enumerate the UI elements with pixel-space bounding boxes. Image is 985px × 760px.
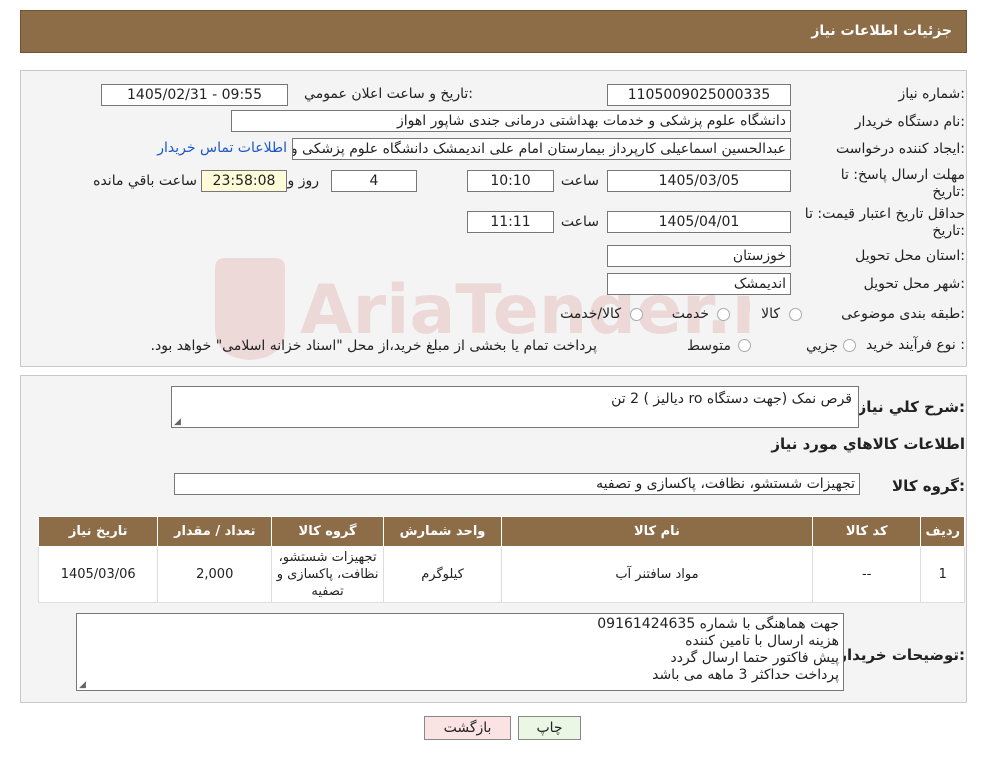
category-label: طبقه بندی موضوعی:: [841, 306, 965, 322]
summary-field: قرص نمک (جهت دستگاه ro دیالیز ) 2 تن ◢: [171, 386, 859, 428]
summary-label: شرح کلي نياز:: [857, 398, 965, 416]
cell-quantity: 2,000: [157, 546, 273, 603]
cell-goods-name: مواد سافتنر آب: [500, 546, 813, 603]
days-field: 4: [331, 170, 417, 192]
category-option-goods: کالا: [761, 306, 780, 322]
col-header-unit: واحد شمارش: [383, 516, 502, 547]
validity-date-field: 1405/04/01: [607, 211, 791, 233]
deadline-label-2: تاریخ:: [932, 184, 965, 200]
buyer-org-label: نام دستگاه خريدار:: [854, 114, 965, 130]
deadline-time-label: ساعت: [560, 173, 599, 189]
cell-goods-group: تجهیزات شستشو، نظافت، پاکسازی و تصفیه: [271, 546, 385, 603]
goods-table-wrapper: رديف کد کالا نام کالا واحد شمارش گروه کا…: [37, 516, 965, 603]
cell-row-number: 1: [920, 546, 965, 603]
col-header-need-date: تاریخ نیاز: [37, 516, 159, 547]
buyer-org-field: دانشگاه علوم پزشکی و خدمات بهداشتی درمان…: [231, 110, 791, 132]
back-button[interactable]: بازگشت: [424, 716, 511, 740]
col-header-quantity: تعداد / مقدار: [157, 516, 273, 547]
goods-info-title: اطلاعات کالاهاي مورد نياز: [771, 435, 965, 453]
page-title: جزئیات اطلاعات نیاز: [811, 23, 952, 39]
cell-goods-code: --: [811, 546, 922, 603]
days-label: روز و: [287, 173, 320, 189]
cell-unit: کیلوگرم: [383, 546, 502, 603]
process-radio-medium[interactable]: [738, 339, 751, 352]
process-radio-minor[interactable]: [843, 339, 856, 352]
summary-text: قرص نمک (جهت دستگاه ro دیالیز ) 2 تن: [611, 391, 852, 407]
col-header-goods-name: نام کالا: [500, 516, 813, 547]
creator-field: عبدالحسین اسماعیلی کارپرداز بیمارستان ام…: [292, 138, 791, 160]
category-option-service: خدمت: [671, 306, 709, 322]
validity-time-label: ساعت: [560, 214, 599, 230]
goods-group-field: تجهیزات شستشو، نظافت، پاکسازی و تصفیه: [174, 473, 860, 495]
province-label: استان محل تحويل:: [855, 248, 965, 264]
process-option-medium: متوسط: [687, 338, 731, 354]
city-field: انديمشک: [607, 273, 791, 295]
col-header-row-number: رديف: [920, 516, 965, 547]
resize-handle-icon: ◢: [174, 417, 181, 427]
buyer-notes-field: جهت هماهنگی با شماره 09161424635 هزینه ا…: [76, 613, 844, 691]
category-option-goods-service: کالا/خدمت: [560, 306, 621, 322]
buyer-notes-line: پیش فاکتور حتما ارسال گردد: [670, 650, 839, 666]
need-number-label: شماره نیاز:: [898, 86, 965, 102]
category-radio-service[interactable]: [717, 308, 730, 321]
table-header-row: رديف کد کالا نام کالا واحد شمارش گروه کا…: [37, 516, 965, 547]
process-option-minor: جزيي: [806, 338, 838, 354]
creator-label: ايجاد کننده درخواست:: [836, 141, 965, 157]
deadline-date-field: 1405/03/05: [607, 170, 791, 192]
goods-table: رديف کد کالا نام کالا واحد شمارش گروه کا…: [37, 516, 965, 603]
table-row: 1 -- مواد سافتنر آب کیلوگرم تجهیزات شستش…: [37, 546, 965, 603]
buyer-notes-line: جهت هماهنگی با شماره 09161424635: [597, 616, 839, 632]
validity-label: حداقل تاريخ اعتبار قيمت: تا: [804, 206, 965, 222]
col-header-goods-group: گروه کالا: [271, 516, 385, 547]
province-field: خوزستان: [607, 245, 791, 267]
announce-label: تاریخ و ساعت اعلان عمومي:: [304, 86, 473, 102]
deadline-label: مهلت ارسال پاسخ: تا: [840, 167, 965, 183]
city-label: شهر محل تحويل:: [863, 276, 965, 292]
print-button[interactable]: چاپ: [518, 716, 581, 740]
category-radio-goods[interactable]: [789, 308, 802, 321]
goods-group-label: گروه کالا:: [892, 477, 965, 495]
deadline-time-field: 10:10: [467, 170, 554, 192]
page-header: جزئیات اطلاعات نیاز: [20, 10, 967, 53]
buyer-contact-link[interactable]: اطلاعات تماس خريدار: [157, 140, 287, 156]
process-label: نوع فرآيند خريد :: [866, 337, 965, 353]
cell-need-date: 1405/03/06: [37, 546, 159, 603]
validity-time-field: 11:11: [467, 211, 554, 233]
col-header-goods-code: کد کالا: [811, 516, 922, 547]
buyer-notes-line: پرداخت حداکثر 3 ماهه می باشد: [652, 667, 839, 683]
buyer-notes-label: توضيحات خريدار:: [838, 646, 965, 664]
buyer-notes-line: هزینه ارسال با تامین کننده: [685, 633, 839, 649]
need-number-field: 1105009025000335: [607, 84, 791, 106]
announce-field: 1405/02/31 - 09:55: [101, 84, 288, 106]
remaining-label: ساعت باقي مانده: [93, 173, 197, 189]
validity-label-2: تاريخ:: [932, 223, 965, 239]
process-note: پرداخت تمام يا بخشی از مبلغ خريد،از محل …: [150, 338, 597, 354]
remaining-time-field: 23:58:08: [201, 170, 287, 192]
category-radio-goods-service[interactable]: [630, 308, 643, 321]
resize-handle-icon: ◢: [79, 680, 86, 690]
